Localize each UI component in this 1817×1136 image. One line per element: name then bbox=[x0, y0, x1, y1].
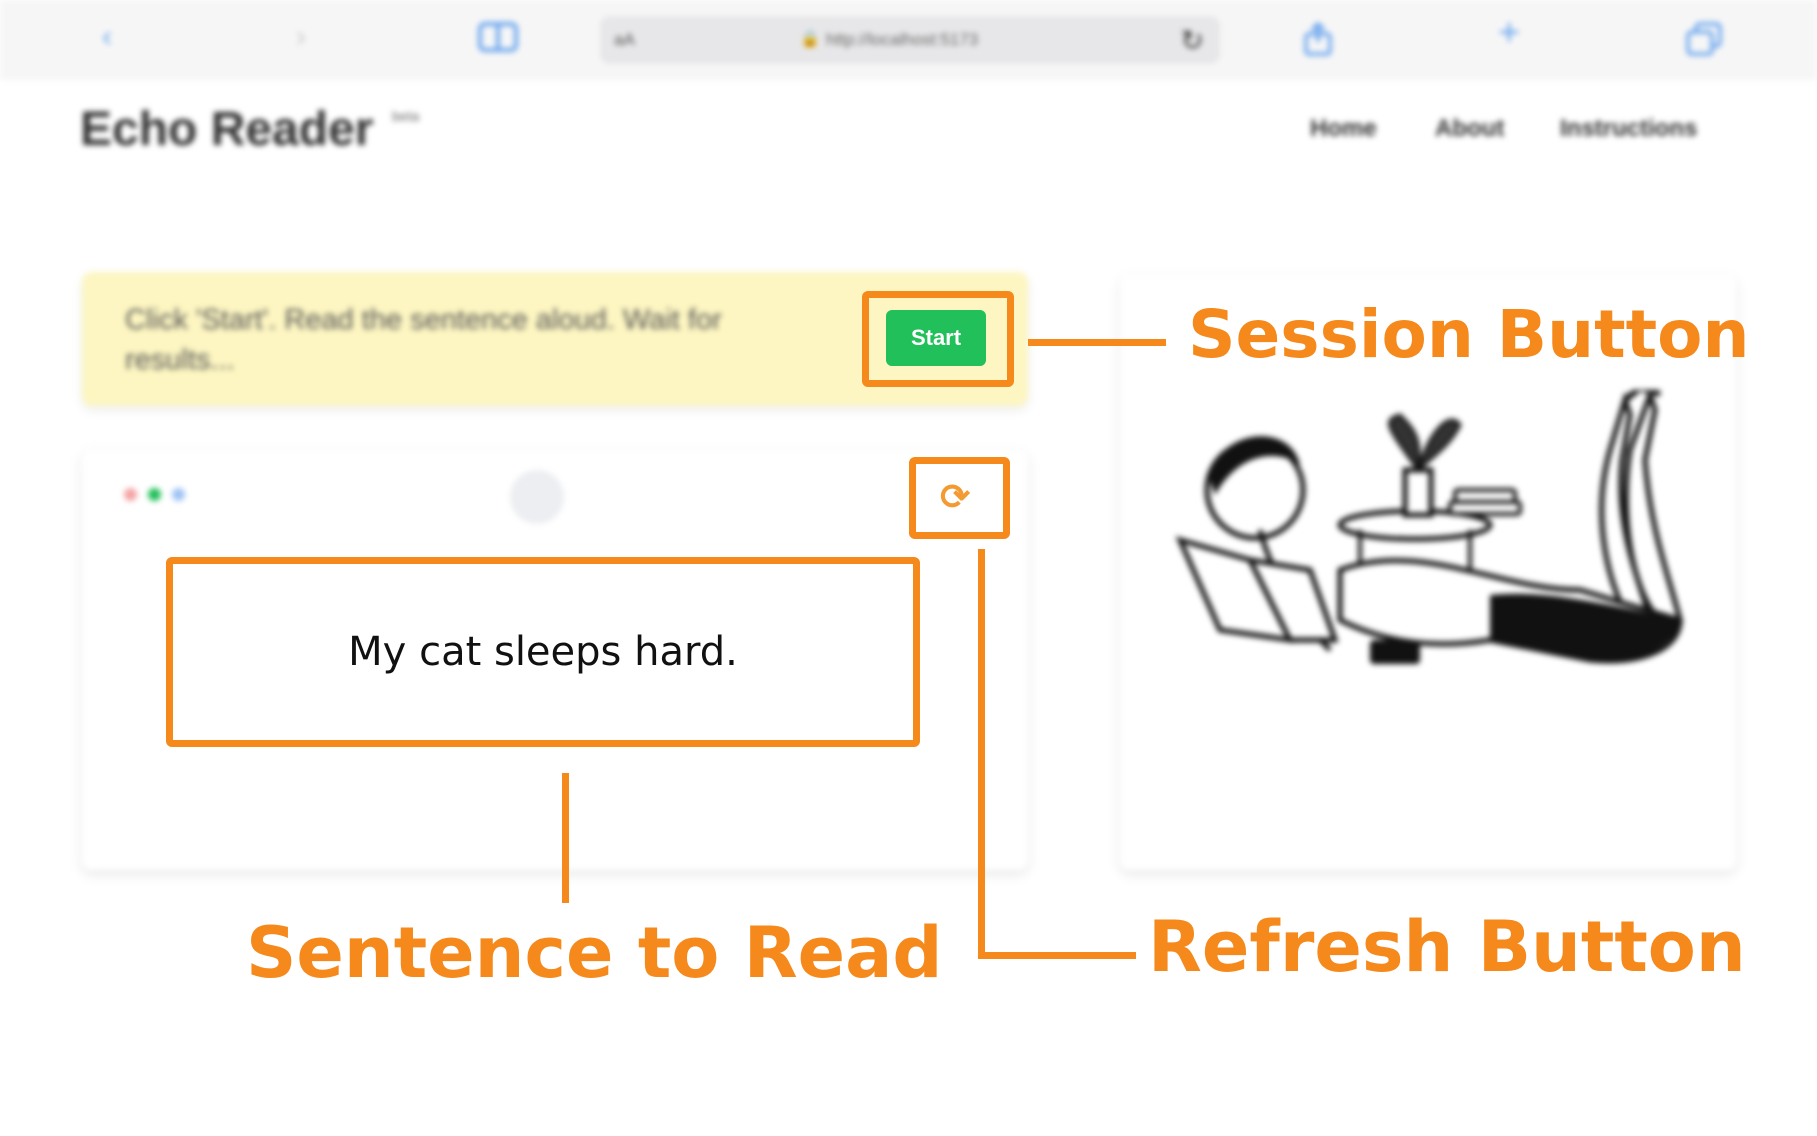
sentence-leader-line bbox=[562, 773, 569, 903]
url-text: http://localhost:5173 bbox=[826, 30, 979, 49]
reader-icon[interactable] bbox=[478, 22, 518, 58]
sentence-to-read-callout: Sentence to Read bbox=[246, 912, 943, 994]
status-dot-red bbox=[124, 488, 137, 501]
reader-mode-button[interactable]: aA bbox=[614, 30, 635, 50]
plus-icon[interactable]: + bbox=[1498, 14, 1520, 52]
refresh-leader-vertical bbox=[978, 549, 985, 959]
session-button-highlight bbox=[862, 291, 1014, 387]
nav-instructions[interactable]: Instructions bbox=[1560, 115, 1697, 143]
refresh-leader-horizontal bbox=[978, 952, 1136, 959]
microphone-button[interactable] bbox=[510, 470, 564, 524]
sentence-highlight bbox=[166, 557, 920, 747]
annotated-screenshot: { "browser": { "url_prefix": "aA", "url"… bbox=[0, 0, 1817, 1136]
lock-icon: 🔒 bbox=[800, 31, 820, 48]
beta-badge: beta bbox=[392, 108, 420, 124]
nav-about[interactable]: About bbox=[1435, 115, 1504, 143]
brand-title[interactable]: Echo Reader bbox=[80, 102, 373, 157]
forward-icon[interactable]: › bbox=[296, 22, 306, 52]
tabs-icon[interactable] bbox=[1686, 22, 1722, 62]
status-dot-green bbox=[148, 488, 161, 501]
status-dot-blue bbox=[172, 488, 185, 501]
reload-icon[interactable]: ↻ bbox=[1181, 24, 1204, 57]
address-bar[interactable]: aA 🔒 http://localhost:5173 ↻ bbox=[600, 16, 1220, 64]
nav-home[interactable]: Home bbox=[1310, 115, 1377, 143]
share-icon[interactable] bbox=[1302, 21, 1334, 62]
refresh-button-highlight bbox=[909, 457, 1010, 539]
session-leader-line bbox=[1028, 339, 1166, 346]
browser-toolbar: ‹ › aA 🔒 http://localhost:5173 ↻ + bbox=[0, 0, 1817, 80]
refresh-button-callout: Refresh Button bbox=[1148, 906, 1746, 988]
session-button-callout: Session Button bbox=[1188, 296, 1750, 373]
reading-woman-illustration bbox=[1175, 390, 1684, 664]
back-icon[interactable]: ‹ bbox=[102, 22, 112, 52]
instruction-text: Click 'Start'. Read the sentence aloud. … bbox=[125, 304, 722, 376]
